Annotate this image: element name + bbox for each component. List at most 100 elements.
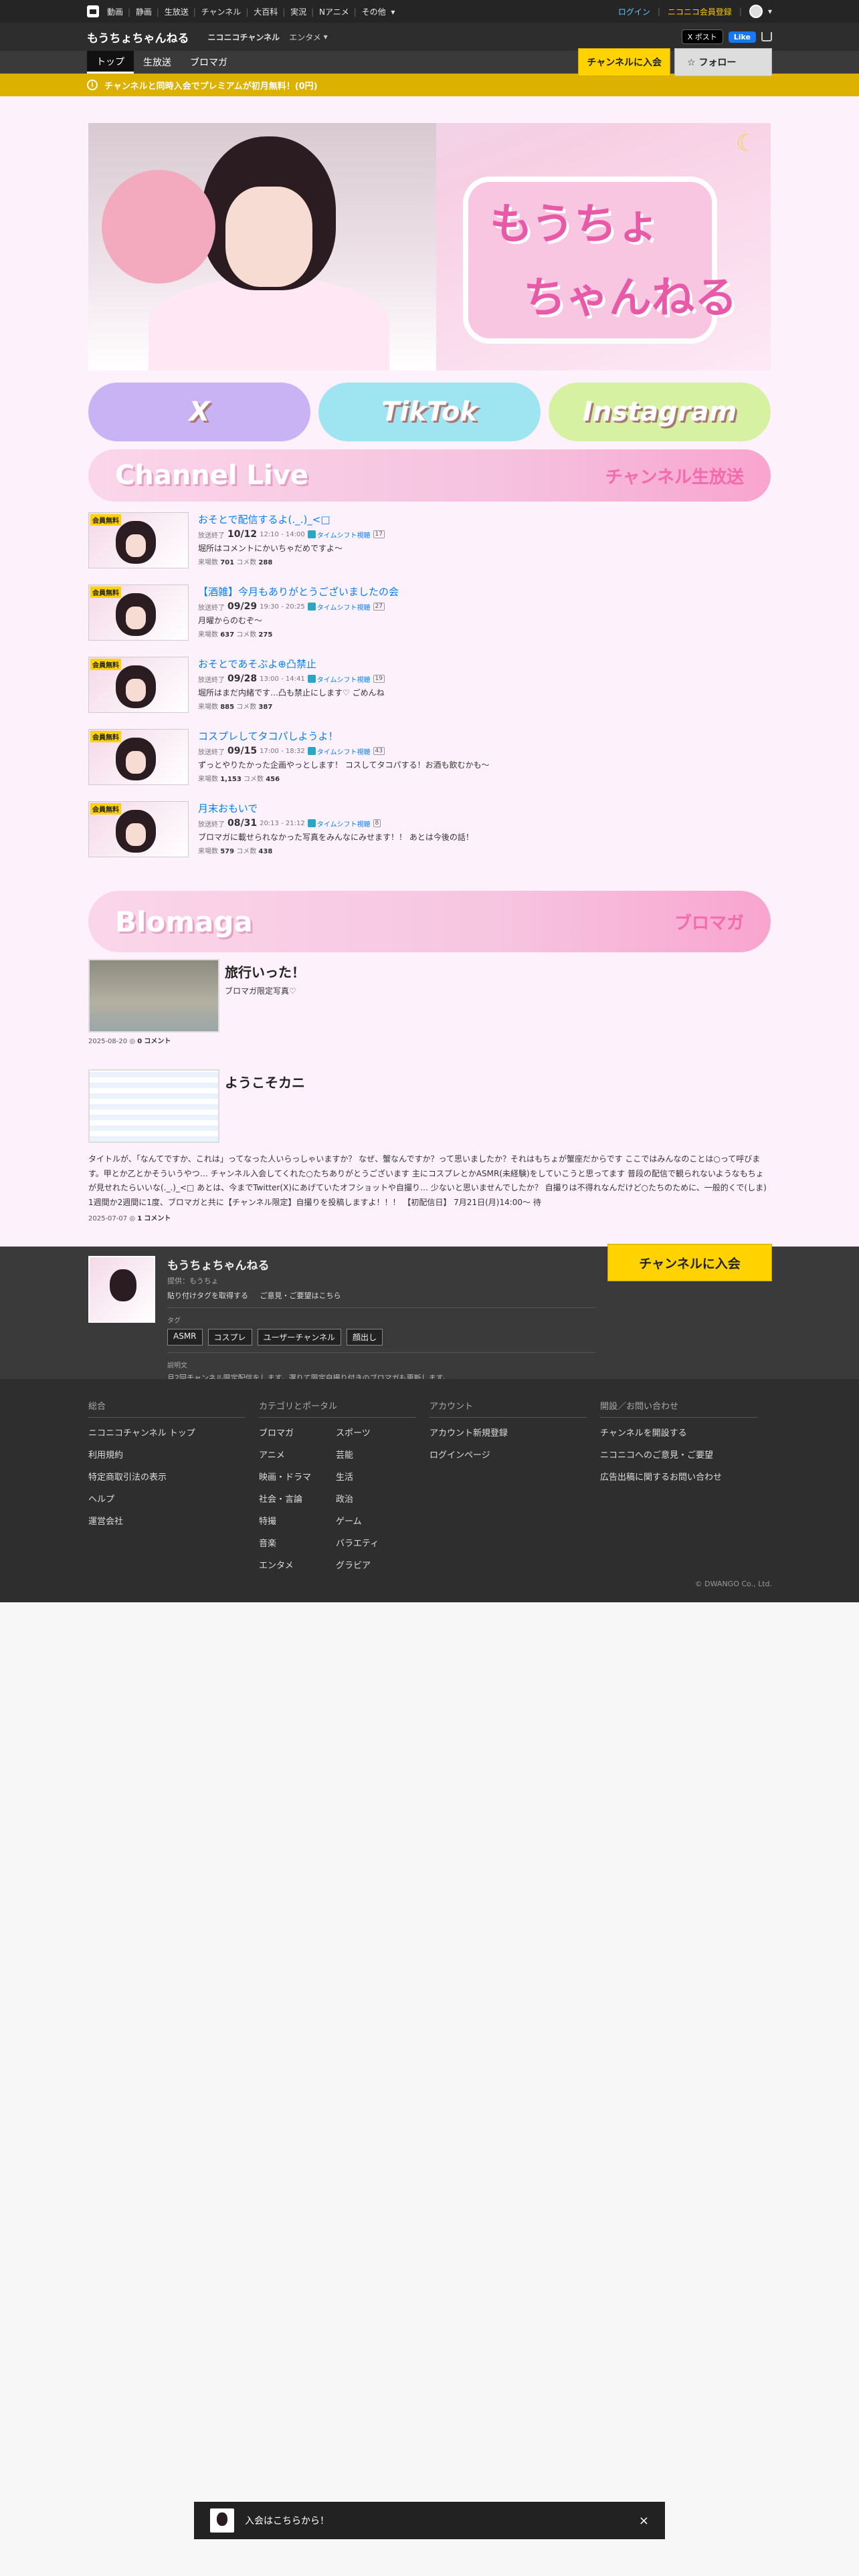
live-item[interactable]: 会員無料 コスプレしてタコパしようよ！ 放送終了 09/15 17:00 - 18:32… [88, 729, 771, 801]
live-thumb[interactable]: 会員無料 [88, 657, 189, 713]
blog-comments[interactable]: 1 [137, 1215, 142, 1222]
footer-link[interactable]: ゲーム [336, 1514, 413, 1527]
blog-thumb[interactable] [88, 1069, 219, 1143]
join-bottom-bar[interactable]: 入会はこちらから！ × [194, 2502, 665, 2539]
niconico-logo-icon[interactable] [87, 5, 99, 17]
follow-button[interactable]: ☆ フォロー [674, 48, 772, 76]
embed-tag-link[interactable]: 貼り付けタグを取得する [167, 1291, 248, 1300]
live-title[interactable]: おそとであそぶよ⊕凸禁止 [198, 657, 385, 671]
premium-notice[interactable]: i チャンネルと同時入会でプレミアムが初月無料！(0円) [0, 74, 859, 96]
tiktok-link[interactable]: TikTok [318, 383, 541, 441]
live-item[interactable]: 会員無料 おそとであそぶよ⊕凸禁止 放送終了 09/28 13:00 - 14:41 タイ… [88, 657, 771, 729]
x-link[interactable]: X [88, 383, 310, 441]
tab-live[interactable]: 生放送 [134, 51, 181, 74]
blog-thumb[interactable] [88, 959, 219, 1033]
timeshift-link[interactable]: タイムシフト視聴 [307, 819, 371, 829]
nav-live[interactable]: 生放送 [165, 7, 189, 17]
footer-link[interactable]: バラエティ [336, 1536, 413, 1549]
live-item[interactable]: 会員無料 月末おもいで 放送終了 08/31 20:13 - 21:12 タイムシフト視聴… [88, 801, 771, 873]
footer-link[interactable]: 政治 [336, 1492, 413, 1505]
nav-dic[interactable]: 大百科 [254, 7, 278, 17]
chevron-down-icon[interactable]: ▾ [768, 7, 772, 16]
footer-link[interactable]: 映画・ドラマ [259, 1470, 336, 1483]
live-title[interactable]: 月末おもいで [198, 801, 474, 815]
blog-item[interactable]: 旅行いった！ ブロマガ限定写真♡ [88, 959, 771, 1033]
footer-link[interactable]: 利用規約 [88, 1448, 246, 1461]
nav-nanime[interactable]: Nアニメ [319, 7, 349, 17]
footer-link[interactable]: ニコニコへのご意見・ご要望 [600, 1448, 757, 1461]
avatar[interactable] [749, 5, 763, 18]
tag-item[interactable]: ASMR [167, 1329, 203, 1346]
timeshift-link[interactable]: タイムシフト視聴 [307, 530, 371, 540]
live-thumb[interactable]: 会員無料 [88, 584, 189, 641]
footer-link[interactable]: 特定商取引法の表示 [88, 1470, 246, 1483]
tab-top[interactable]: トップ [87, 51, 134, 74]
nav-video[interactable]: 動画 [107, 7, 123, 17]
footer-link[interactable]: 運営会社 [88, 1514, 246, 1527]
tab-blomaga[interactable]: ブロマガ [181, 51, 237, 74]
nav-jikkyo[interactable]: 実況 [290, 7, 306, 17]
nav-more[interactable]: その他 [362, 7, 386, 17]
footer-link[interactable]: ヘルプ [88, 1492, 246, 1505]
footer-link[interactable]: アニメ [259, 1448, 336, 1461]
footer-link[interactable]: 音楽 [259, 1536, 336, 1549]
nav-seiga[interactable]: 静画 [136, 7, 152, 17]
live-item[interactable]: 会員無料 【酒雑】今月もありがとうございましたの会 放送終了 09/29 19:30 -… [88, 584, 771, 657]
footer-link[interactable]: ログインページ [430, 1448, 587, 1461]
nav-channel[interactable]: チャンネル [201, 7, 242, 17]
footer-link[interactable]: ブロマガ [259, 1426, 336, 1438]
moon-icon: ☾ [735, 130, 757, 157]
timeshift-label: タイムシフト視聴 [316, 604, 371, 612]
blog-title[interactable]: ようこそカニ [225, 1072, 305, 1091]
channel-thumb[interactable] [88, 1256, 155, 1323]
live-date: 09/28 [227, 673, 258, 684]
blog-comments[interactable]: 0 [137, 1038, 142, 1045]
live-title[interactable]: コスプレしてタコパしようよ！ [198, 729, 489, 743]
footer-link[interactable]: 芸能 [336, 1448, 413, 1461]
footer-link[interactable]: 特撮 [259, 1514, 336, 1527]
channel-sub[interactable]: ニコニコチャンネル [208, 31, 280, 43]
blomaga-banner-en: Blomaga [115, 905, 253, 938]
live-title[interactable]: 【酒雑】今月もありがとうございましたの会 [198, 584, 399, 599]
cart-icon[interactable] [761, 32, 772, 41]
join-button[interactable]: チャンネルに入会 [578, 48, 670, 76]
footer-link[interactable]: スポーツ [336, 1426, 413, 1438]
live-views: 637 [220, 631, 235, 639]
blog-title[interactable]: 旅行いった！ [225, 962, 305, 981]
tag-item[interactable]: コスプレ [207, 1329, 252, 1346]
footer-link[interactable]: 生活 [336, 1470, 413, 1483]
fb-like-button[interactable]: Like [728, 31, 756, 43]
live-thumb[interactable]: 会員無料 [88, 801, 189, 857]
channel-title[interactable]: もうちょちゃんねる [87, 29, 189, 45]
footer-link[interactable]: エンタメ [259, 1558, 336, 1571]
login-link[interactable]: ログイン [618, 6, 650, 17]
register-link[interactable]: ニコニコ会員登録 [668, 6, 732, 17]
live-title[interactable]: おそとで配信するよ(._.)_<□ [198, 512, 385, 526]
footer-link[interactable]: ニコニコチャンネル トップ [88, 1426, 246, 1438]
instagram-link[interactable]: Instagram [549, 383, 771, 441]
live-thumb[interactable]: 会員無料 [88, 512, 189, 568]
x-post-button[interactable]: X ポスト [681, 29, 723, 44]
live-views: 579 [220, 848, 235, 855]
chevron-down-icon[interactable]: ▾ [321, 32, 328, 41]
tag-item[interactable]: ユーザーチャンネル [257, 1329, 341, 1346]
close-icon[interactable]: × [639, 2514, 649, 2528]
footer-link[interactable]: アカウント新規登録 [430, 1426, 587, 1438]
channel-name[interactable]: もうちょちゃんねる [167, 1256, 595, 1273]
footer-link[interactable]: グラビア [336, 1558, 413, 1571]
footer-link[interactable]: チャンネルを開設する [600, 1426, 757, 1438]
blog-item[interactable]: ようこそカニ [88, 1069, 771, 1143]
timeshift-count: 27 [373, 603, 385, 611]
timeshift-link[interactable]: タイムシフト視聴 [307, 602, 371, 612]
channel-genre[interactable]: エンタメ [289, 31, 321, 43]
timeshift-link[interactable]: タイムシフト視聴 [307, 746, 371, 756]
timeshift-link[interactable]: タイムシフト視聴 [307, 674, 371, 684]
footer-link[interactable]: 社会・言論 [259, 1492, 336, 1505]
join-bottom-text[interactable]: 入会はこちらから！ [245, 2514, 329, 2527]
live-stats: 来場数 579 コメ数 438 [198, 848, 273, 855]
feedback-link[interactable]: ご意見・ご要望はこちら [260, 1291, 341, 1300]
live-thumb[interactable]: 会員無料 [88, 729, 189, 785]
tag-item[interactable]: 顔出し [346, 1329, 383, 1346]
live-item[interactable]: 会員無料 おそとで配信するよ(._.)_<□ 放送終了 10/12 12:10 - 14… [88, 512, 771, 584]
footer-link[interactable]: 広告出稿に関するお問い合わせ [600, 1470, 757, 1483]
